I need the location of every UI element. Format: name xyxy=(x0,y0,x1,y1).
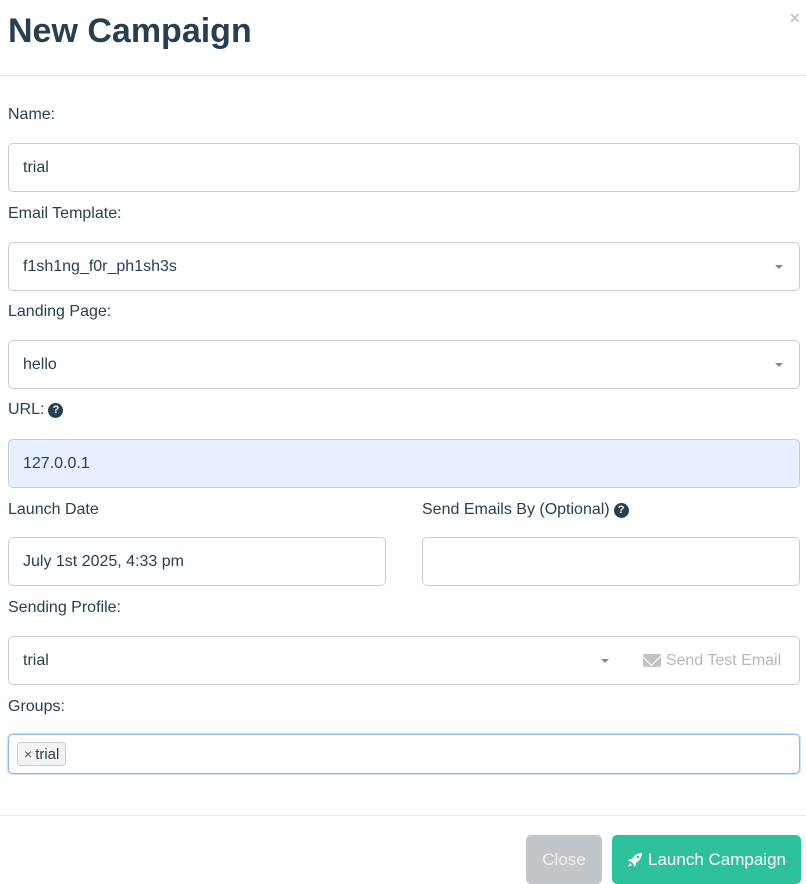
modal-title: New Campaign xyxy=(8,12,252,50)
launch-date-value: July 1st 2025, 4:33 pm xyxy=(23,552,184,570)
send-by-input[interactable] xyxy=(422,537,800,586)
close-icon[interactable]: × xyxy=(789,8,800,29)
launch-campaign-label: Launch Campaign xyxy=(648,849,786,869)
send-by-label: Send Emails By (Optional) xyxy=(422,501,610,518)
question-circle-icon[interactable]: ? xyxy=(48,403,64,418)
landing-page-label: Landing Page: xyxy=(8,303,112,320)
sending-profile-select[interactable]: trial xyxy=(8,636,626,685)
url-label-group: URL:? xyxy=(8,400,64,420)
close-button-label: Close xyxy=(542,849,586,869)
footer-divider xyxy=(0,815,806,816)
launch-date-label: Launch Date xyxy=(8,501,99,518)
email-template-label: Email Template: xyxy=(8,205,122,222)
question-circle-icon[interactable]: ? xyxy=(613,503,629,518)
chevron-down-icon xyxy=(775,362,783,367)
new-campaign-modal: New Campaign × Name: trial Email Templat… xyxy=(0,0,806,884)
url-label: URL: xyxy=(8,401,45,418)
launch-campaign-button[interactable]: Launch Campaign xyxy=(612,835,801,884)
send-by-label-group: Send Emails By (Optional)? xyxy=(422,500,629,520)
name-input-value: trial xyxy=(23,158,49,176)
groups-label: Groups: xyxy=(8,698,65,715)
chevron-down-icon xyxy=(601,658,609,663)
group-tag: × trial xyxy=(17,742,67,766)
groups-input[interactable]: × trial xyxy=(8,734,800,774)
url-input-value: 127.0.0.1 xyxy=(23,454,90,472)
landing-page-select[interactable]: hello xyxy=(8,340,800,389)
send-test-email-label: Send Test Email xyxy=(665,651,782,669)
landing-page-value: hello xyxy=(23,355,57,373)
email-template-select[interactable]: f1sh1ng_f0r_ph1sh3s xyxy=(8,242,800,291)
name-label: Name: xyxy=(8,106,56,123)
remove-tag-icon[interactable]: × xyxy=(24,746,32,762)
launch-date-input[interactable]: July 1st 2025, 4:33 pm xyxy=(8,537,386,586)
send-test-email-button[interactable]: Send Test Email xyxy=(625,636,800,685)
envelope-icon xyxy=(642,654,661,667)
sending-profile-label: Sending Profile: xyxy=(8,599,121,616)
modal-header: New Campaign × xyxy=(0,0,806,76)
group-tag-label: trial xyxy=(35,745,60,763)
sending-profile-value: trial xyxy=(23,651,49,669)
url-input[interactable]: 127.0.0.1 xyxy=(8,439,800,488)
rocket-icon xyxy=(628,852,642,867)
close-button[interactable]: Close xyxy=(526,835,602,884)
chevron-down-icon xyxy=(775,264,783,269)
email-template-value: f1sh1ng_f0r_ph1sh3s xyxy=(23,257,177,275)
name-input[interactable]: trial xyxy=(8,143,800,192)
